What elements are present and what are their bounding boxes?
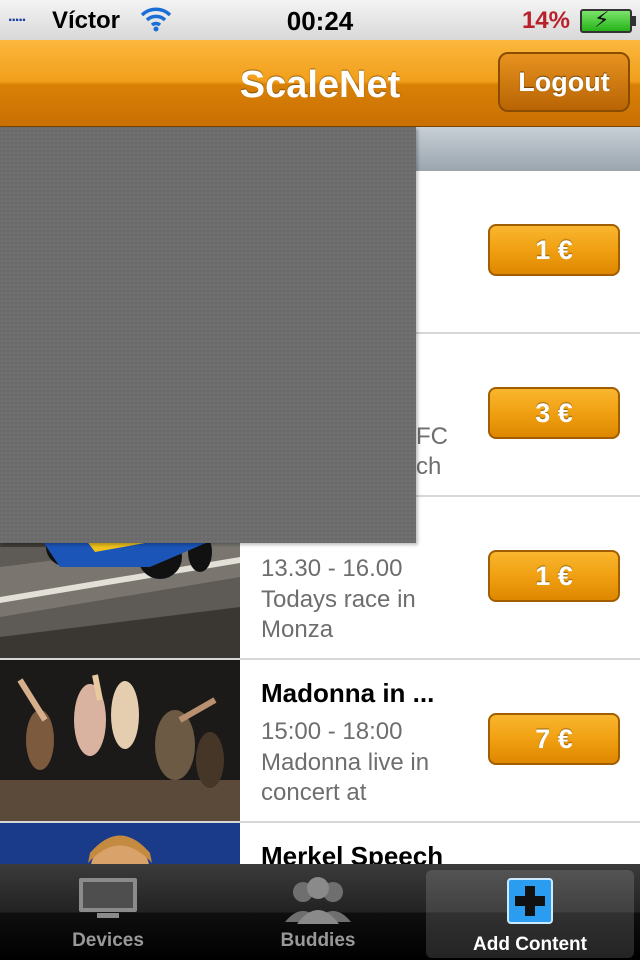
event-description: Madonna live in concert at [261,749,430,806]
event-time: 13.30 - 16.00 [261,555,403,582]
speaker-image [0,823,240,864]
event-title: Merkel Speech [261,841,444,864]
event-description: FC ch [416,423,448,480]
tab-label: Buddies [280,930,356,951]
event-row[interactable]: Madonna in ... 15:00 - 18:00 Madonna liv… [0,660,640,823]
event-thumbnail [0,823,240,864]
event-description: Todays race in Monza [261,586,416,643]
event-title: Madonna in ... [261,678,435,708]
battery-icon: ⚡ [580,7,636,33]
buy-button[interactable]: 1 € [488,224,620,276]
buy-button[interactable]: 3 € [488,387,620,439]
logout-button[interactable]: Logout [498,52,630,112]
add-icon [507,878,553,924]
battery-percent: 14% [521,7,570,34]
buy-button[interactable]: 7 € [488,713,620,765]
tab-label: Add Content [473,934,587,955]
event-thumbnail [0,660,240,821]
status-bar: ..... Víctor 00:24 14% ⚡ [0,0,640,41]
tab-devices[interactable]: Devices [4,864,212,960]
tab-bar: Devices Buddies Add Content [0,864,640,960]
charging-icon: ⚡ [594,7,610,32]
tab-label: Devices [72,930,144,951]
overlay-panel [0,127,416,543]
concert-image [0,660,240,821]
event-time: 15:00 - 18:00 [261,718,403,745]
tab-add-content[interactable]: Add Content [426,870,634,958]
navigation-bar: ScaleNet Logout [0,40,640,127]
tab-buddies[interactable]: Buddies [214,864,422,960]
event-row[interactable]: Merkel Speech [0,823,640,864]
monitor-icon [79,878,137,918]
buy-button[interactable]: 1 € [488,550,620,602]
people-icon [285,877,351,924]
